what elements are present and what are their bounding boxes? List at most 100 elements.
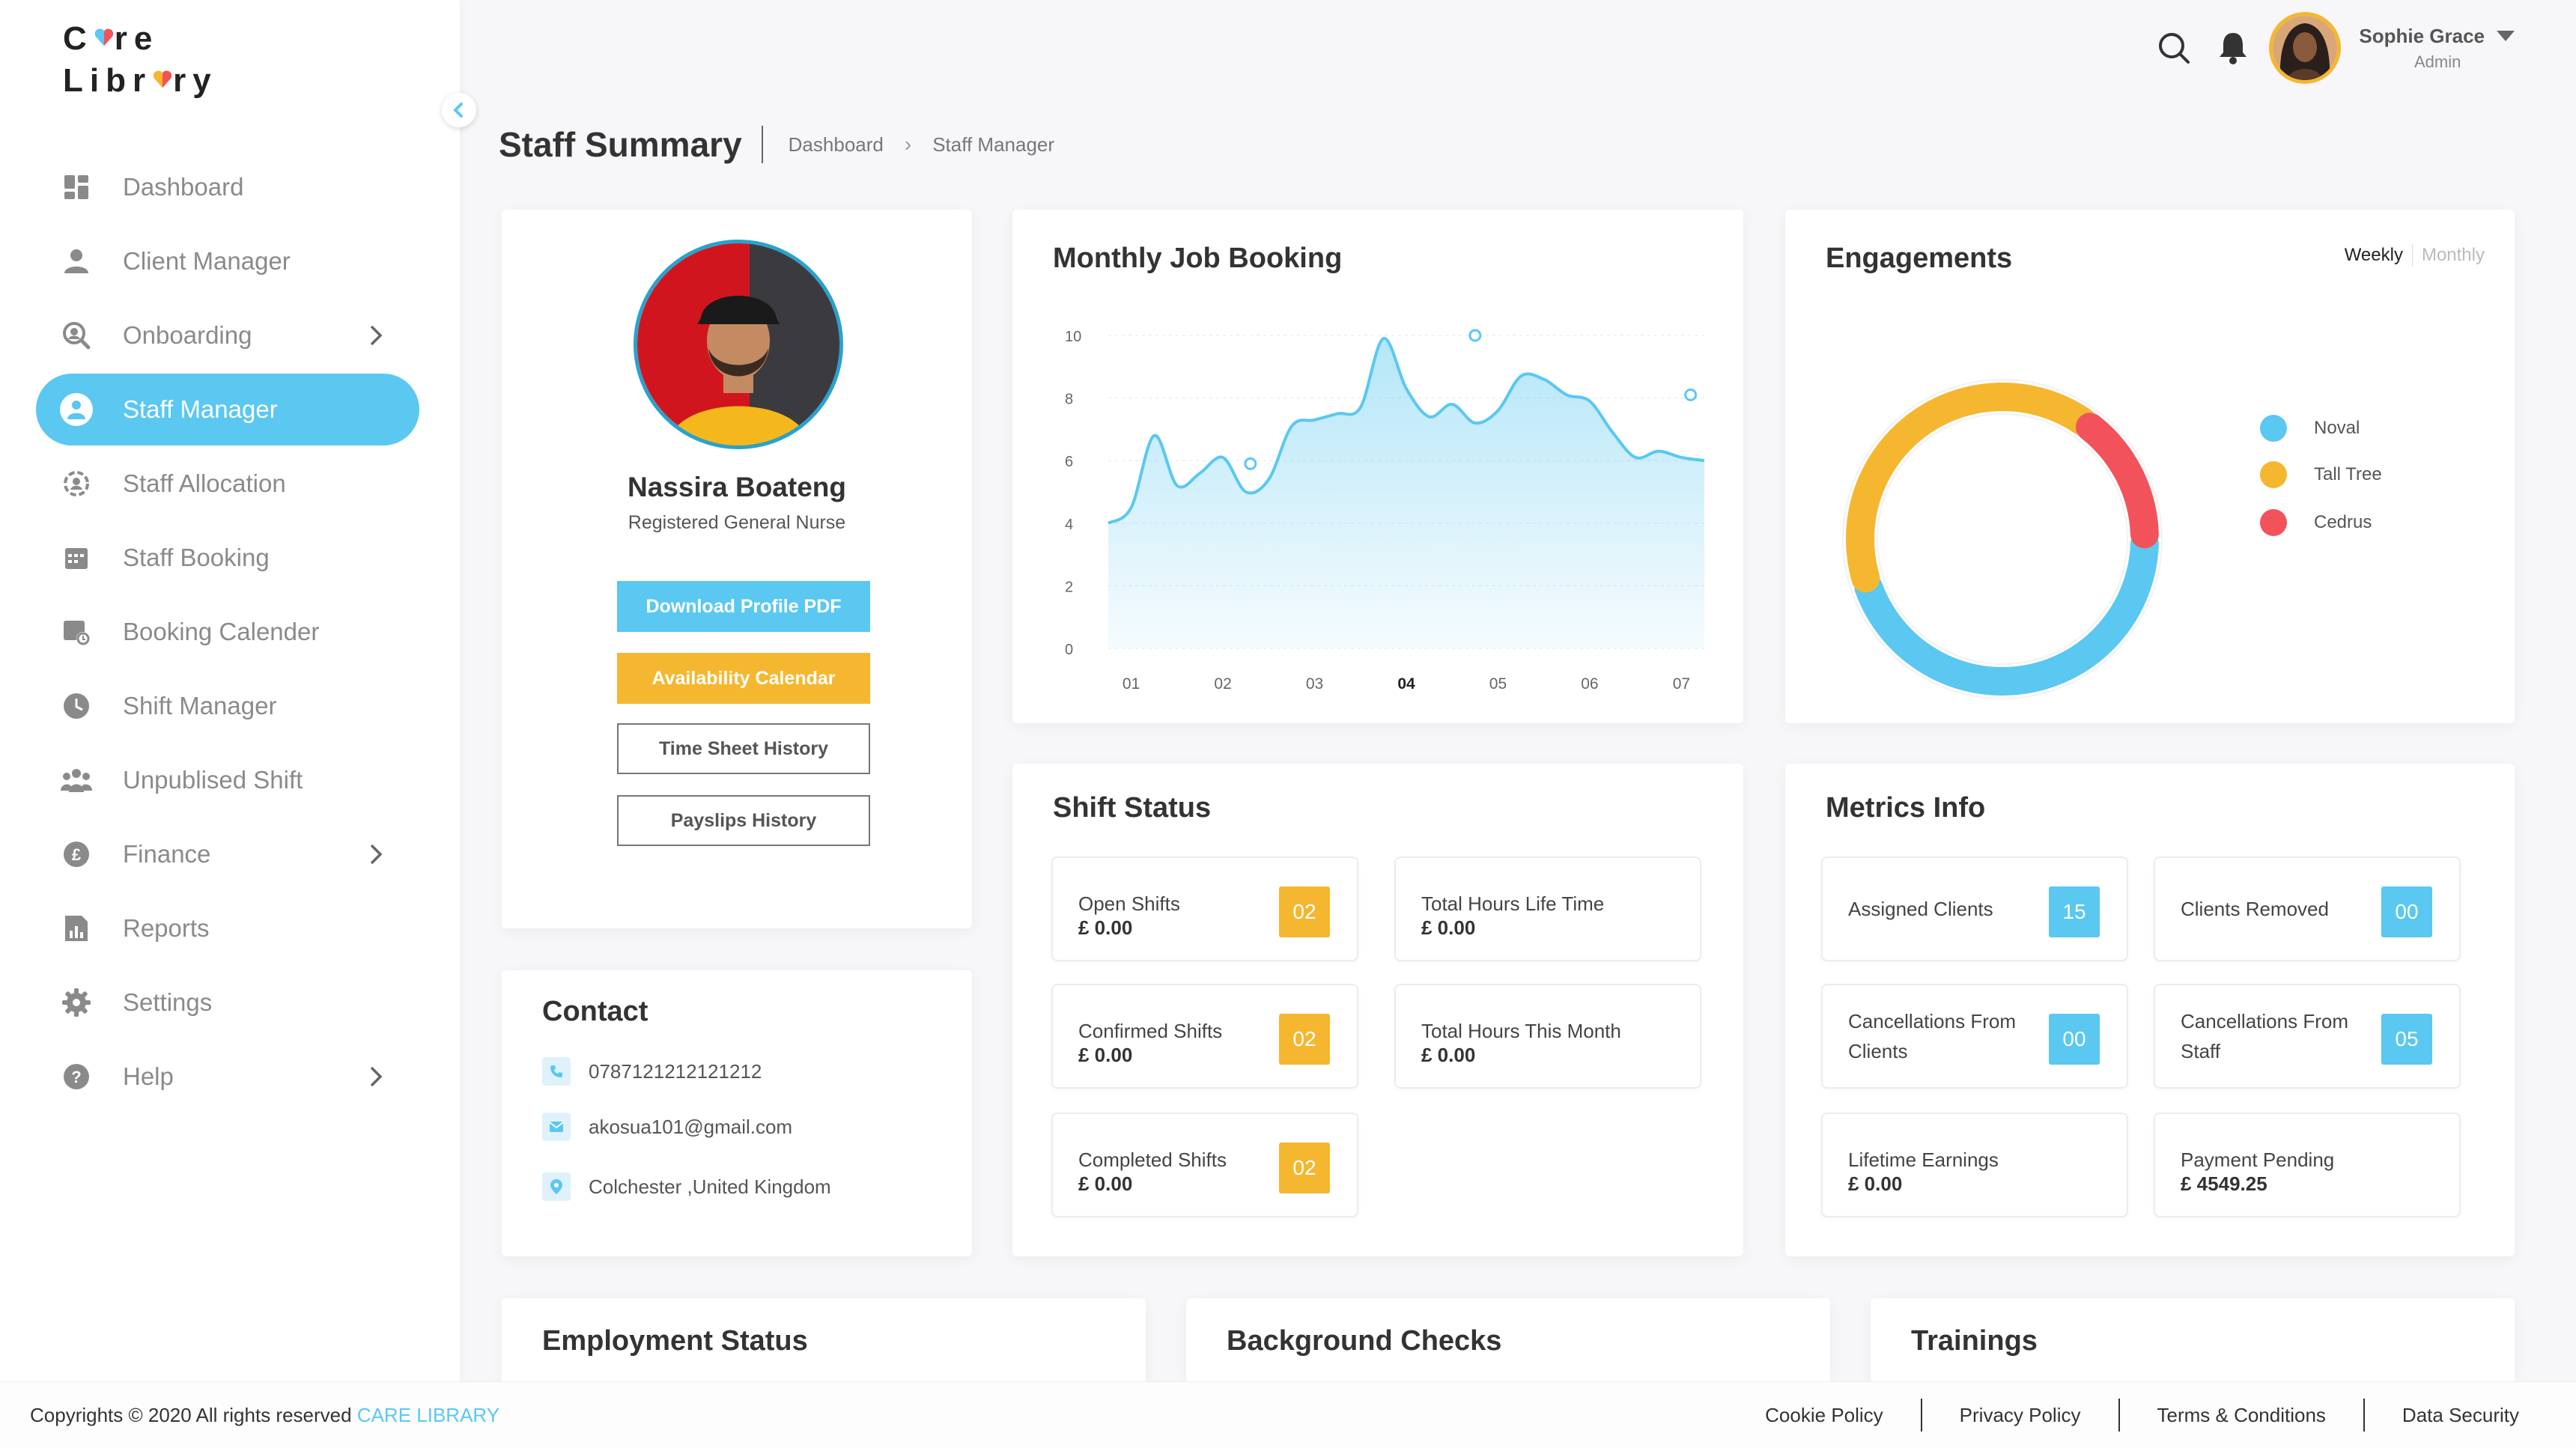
sidebar-item-unpublised-shift[interactable]: Unpublised Shift <box>36 744 419 816</box>
assigned-clients-box[interactable]: Assigned Clients 15 <box>1821 857 2128 961</box>
tab-divider <box>2411 244 2413 267</box>
download-profile-pdf-button[interactable]: Download Profile PDF <box>617 581 870 632</box>
data-point-marker[interactable] <box>1684 388 1698 401</box>
search-icon[interactable] <box>2157 31 2191 65</box>
tab-weekly[interactable]: Weekly <box>2345 245 2403 266</box>
sidebar: Cre Libr ry Dashboard Client Manager Onbo… <box>0 0 460 1381</box>
shift-status-title: Shift Status <box>1053 792 1212 824</box>
gear-icon <box>60 986 93 1019</box>
time-sheet-history-button[interactable]: Time Sheet History <box>617 723 870 774</box>
footer-divider <box>1920 1399 1922 1432</box>
employment-status-card: Employment Status <box>502 1298 1146 1381</box>
x-tick-label: 07 <box>1673 675 1690 693</box>
metrics-info-title: Metrics Info <box>1826 792 1986 824</box>
legend-tall-tree: Tall Tree <box>2260 461 2382 488</box>
trainings-card: Trainings <box>1871 1298 2515 1381</box>
sidebar-item-label: Onboarding <box>123 321 252 349</box>
contact-phone: 0787121212121212 <box>542 1057 762 1086</box>
donut-slice-cedrus[interactable] <box>2075 413 2159 549</box>
legend-label: Noval <box>2314 418 2360 438</box>
sidebar-item-dashboard[interactable]: Dashboard <box>36 151 419 223</box>
cookie-policy-link[interactable]: Cookie Policy <box>1765 1404 1883 1427</box>
profile-card: Nassira Boateng Registered General Nurse… <box>502 210 972 928</box>
footer-divider <box>2363 1399 2365 1432</box>
x-tick-label: 06 <box>1581 675 1598 693</box>
x-tick-label: 05 <box>1489 675 1507 693</box>
total-hours-this-month-box[interactable]: Total Hours This Month £ 0.00 <box>1394 984 1701 1089</box>
lifetime-earnings-box[interactable]: Lifetime Earnings £ 0.00 <box>1821 1113 2128 1217</box>
phone-icon <box>542 1057 571 1086</box>
completed-shifts-box[interactable]: Completed Shifts £ 0.00 02 <box>1051 1113 1358 1217</box>
footer: Copyrights © 2020 All rights reserved CA… <box>0 1381 2576 1448</box>
copyright-label: Copyrights © 2020 All rights reserved <box>30 1403 357 1426</box>
chevron-right-icon <box>370 844 383 865</box>
availability-calendar-button[interactable]: Availability Calendar <box>617 653 870 704</box>
footer-brand-link[interactable]: CARE LIBRARY <box>357 1404 499 1426</box>
cancellations-from-clients-box[interactable]: Cancellations From Clients 00 <box>1821 984 2128 1089</box>
donut-slice-tall-tree[interactable] <box>1846 383 2097 593</box>
data-point-marker[interactable] <box>1468 329 1482 342</box>
sidebar-item-staff-allocation[interactable]: Staff Allocation <box>36 448 419 520</box>
sidebar-item-label: Booking Calender <box>123 618 320 645</box>
breadcrumb-dashboard[interactable]: Dashboard <box>789 133 884 156</box>
data-security-link[interactable]: Data Security <box>2402 1404 2519 1427</box>
sidebar-item-reports[interactable]: Reports <box>36 892 419 964</box>
avatar[interactable] <box>2269 12 2342 84</box>
data-point-marker[interactable] <box>1244 457 1257 470</box>
footer-links: Cookie Policy Privacy Policy Terms & Con… <box>1765 1399 2519 1432</box>
x-tick-label: 04 <box>1397 675 1415 693</box>
sidebar-item-label: Dashboard <box>123 173 244 201</box>
app-logo[interactable]: Cre Libr ry <box>63 18 218 102</box>
cancellations-from-staff-box[interactable]: Cancellations From Staff 05 <box>2154 984 2461 1089</box>
open-shifts-box[interactable]: Open Shifts £ 0.00 02 <box>1051 857 1358 961</box>
booking-icon <box>60 541 93 574</box>
sidebar-collapse-button[interactable] <box>442 93 476 127</box>
confirmed-shifts-box[interactable]: Confirmed Shifts £ 0.00 02 <box>1051 984 1358 1089</box>
sidebar-item-label: Settings <box>123 988 213 1016</box>
metric-label: Clients Removed <box>2181 898 2329 920</box>
sidebar-item-label: Staff Booking <box>123 544 270 571</box>
sidebar-item-settings[interactable]: Settings <box>36 967 419 1038</box>
breadcrumb-separator-icon: › <box>904 133 912 156</box>
stat-badge: 02 <box>1279 1143 1330 1193</box>
copyright-text: Copyrights © 2020 All rights reserved CA… <box>30 1404 499 1427</box>
x-tick-label: 01 <box>1123 675 1140 693</box>
mail-icon <box>542 1113 571 1141</box>
clients-removed-box[interactable]: Clients Removed 00 <box>2154 857 2461 961</box>
sidebar-item-shift-manager[interactable]: Shift Manager <box>36 670 419 742</box>
page-title: Staff Summary <box>499 125 742 164</box>
email-address: akosua101@gmail.com <box>589 1115 793 1138</box>
sidebar-item-client-manager[interactable]: Client Manager <box>36 225 419 297</box>
caret-down-icon <box>2497 31 2515 41</box>
stat-badge: 02 <box>1279 886 1330 937</box>
sidebar-item-finance[interactable]: £ Finance <box>36 818 419 890</box>
bell-icon[interactable] <box>2218 31 2248 64</box>
sidebar-item-staff-manager[interactable]: Staff Manager <box>36 374 419 445</box>
tab-monthly[interactable]: Monthly <box>2422 245 2485 266</box>
employment-status-title: Employment Status <box>542 1325 808 1357</box>
report-icon <box>60 912 93 945</box>
area-fill <box>1108 338 1704 648</box>
engagements-card: Engagements Weekly Monthly <box>1785 210 2515 723</box>
terms-conditions-link[interactable]: Terms & Conditions <box>2157 1404 2326 1427</box>
total-hours-lifetime-box[interactable]: Total Hours Life Time £ 0.00 <box>1394 857 1701 961</box>
x-tick-label: 03 <box>1306 675 1323 693</box>
metrics-info-card: Metrics Info Assigned Clients 15 Clients… <box>1785 764 2515 1256</box>
staff-name: Nassira Boateng <box>628 472 846 502</box>
stat-label: Total Hours Life Time <box>1421 892 1605 915</box>
x-tick-label: 02 <box>1214 675 1231 693</box>
sidebar-item-staff-booking[interactable]: Staff Booking <box>36 522 419 594</box>
sidebar-item-onboarding[interactable]: Onboarding <box>36 299 419 371</box>
user-name: Sophie Grace <box>2359 24 2485 47</box>
sidebar-item-help[interactable]: ? Help <box>36 1041 419 1113</box>
metric-label: Assigned Clients <box>1848 898 1993 920</box>
sidebar-item-booking-calender[interactable]: Booking Calender <box>36 596 419 668</box>
title-divider <box>761 126 763 163</box>
phone-number: 0787121212121212 <box>589 1059 762 1083</box>
payment-pending-box[interactable]: Payment Pending £ 4549.25 <box>2154 1113 2461 1217</box>
stat-value: £ 0.00 <box>1078 1172 1133 1195</box>
user-menu[interactable]: Sophie Grace Admin <box>2359 25 2516 72</box>
payslips-history-button[interactable]: Payslips History <box>617 795 870 846</box>
sidebar-item-label: Finance <box>123 840 211 868</box>
privacy-policy-link[interactable]: Privacy Policy <box>1960 1404 2081 1427</box>
